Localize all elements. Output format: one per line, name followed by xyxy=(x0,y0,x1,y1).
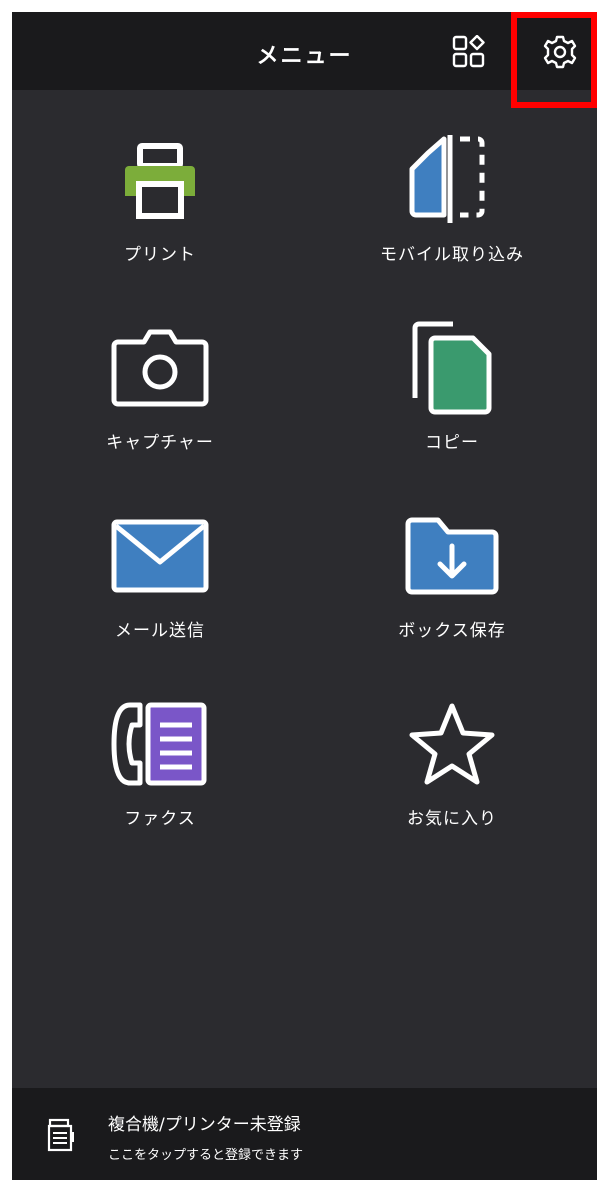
settings-button[interactable] xyxy=(540,32,580,72)
mail-icon xyxy=(105,506,215,606)
device-registration-bar[interactable]: 複合機/プリンター未登録 ここをタップすると登録できます xyxy=(12,1088,597,1180)
fax-icon xyxy=(105,694,215,794)
camera-icon xyxy=(105,318,215,418)
printer-icon xyxy=(105,130,215,230)
menu-item-label: コピー xyxy=(425,433,479,453)
menu-item-favorites[interactable]: お気に入り xyxy=(342,694,562,844)
menu-item-copy[interactable]: コピー xyxy=(342,318,562,468)
layout-button[interactable] xyxy=(449,32,489,72)
menu-item-label: ボックス保存 xyxy=(398,621,506,641)
menu-item-label: お気に入り xyxy=(407,809,497,829)
top-bar: メニュー xyxy=(12,12,597,90)
menu-item-mobile-import[interactable]: モバイル取り込み xyxy=(342,130,562,280)
device-status-hint: ここをタップすると登録できます xyxy=(108,1148,304,1163)
device-status-title: 複合機/プリンター未登録 xyxy=(108,1115,301,1135)
app-screen: メニュー プリント モバイル取り込み キャプチャー コピー メール送信 ボックス… xyxy=(12,12,597,1180)
copy-documents-icon xyxy=(397,318,507,418)
menu-item-mail[interactable]: メール送信 xyxy=(50,506,270,656)
menu-item-print[interactable]: プリント xyxy=(50,130,270,280)
menu-item-label: キャプチャー xyxy=(106,433,214,453)
menu-item-label: プリント xyxy=(124,245,196,265)
box-folder-download-icon xyxy=(397,506,507,606)
menu-item-label: モバイル取り込み xyxy=(380,245,524,265)
star-icon xyxy=(397,694,507,794)
menu-item-box-save[interactable]: ボックス保存 xyxy=(342,506,562,656)
menu-item-capture[interactable]: キャプチャー xyxy=(50,318,270,468)
page-title: メニュー xyxy=(256,44,353,69)
menu-item-fax[interactable]: ファクス xyxy=(50,694,270,844)
gear-icon xyxy=(543,35,577,69)
multifunction-printer-icon xyxy=(47,1118,74,1152)
grid-shapes-icon xyxy=(452,35,485,68)
menu-item-label: メール送信 xyxy=(115,621,205,641)
mobile-import-icon xyxy=(397,130,507,230)
menu-item-label: ファクス xyxy=(124,809,196,829)
